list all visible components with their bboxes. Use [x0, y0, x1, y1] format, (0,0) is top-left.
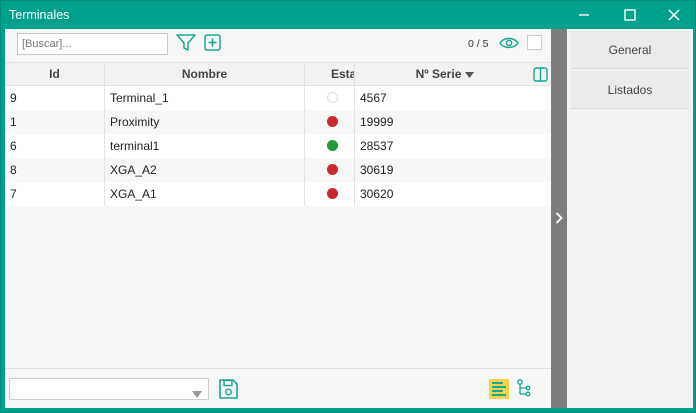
status-dot — [327, 116, 338, 127]
status-dot — [327, 92, 338, 103]
column-header-nombre[interactable]: Nombre — [105, 63, 305, 86]
table-row[interactable]: 9 Terminal_1 4567 — [5, 86, 551, 110]
cell-serie: 28537 — [360, 139, 394, 153]
main-content: 0 / 5 Id Nombre Esta Nº Serie 9 Terminal — [5, 29, 551, 408]
cell-estado — [305, 110, 355, 134]
table-row[interactable]: 8 XGA_A2 30619 — [5, 158, 551, 182]
table-row[interactable]: 1 Proximity 19999 — [5, 110, 551, 134]
panel-splitter[interactable] — [551, 29, 567, 408]
table-row[interactable]: 7 XGA_A1 30620 — [5, 182, 551, 206]
tab-general[interactable]: General — [571, 31, 689, 69]
minimize-button[interactable] — [565, 1, 603, 29]
cell-serie: 19999 — [360, 115, 394, 129]
cell-id: 1 — [5, 110, 105, 134]
minimize-icon — [579, 14, 589, 16]
status-dot — [327, 188, 338, 199]
cell-serie: 30620 — [360, 187, 394, 201]
grid-header: Id Nombre Esta Nº Serie — [5, 62, 551, 86]
status-dot — [327, 140, 338, 151]
terminales-grid: Id Nombre Esta Nº Serie 9 Terminal_1 456… — [5, 62, 551, 364]
cell-estado — [305, 182, 355, 206]
list-view-icon[interactable] — [489, 379, 509, 402]
cell-id: 9 — [5, 86, 105, 110]
filter-icon[interactable] — [176, 34, 196, 55]
cell-estado — [305, 134, 355, 158]
cell-id: 6 — [5, 134, 105, 158]
cell-estado — [305, 158, 355, 182]
view-select[interactable] — [9, 378, 209, 400]
cell-nombre: Proximity — [105, 110, 305, 134]
chevron-down-icon — [192, 387, 202, 401]
grid-footer — [5, 368, 551, 408]
cell-id: 8 — [5, 158, 105, 182]
table-row[interactable]: 6 terminal1 28537 — [5, 134, 551, 158]
maximize-icon — [624, 9, 636, 21]
search-input[interactable] — [17, 33, 168, 55]
cell-estado — [305, 86, 355, 110]
cell-id: 7 — [5, 182, 105, 206]
eye-icon[interactable] — [499, 36, 519, 53]
chevron-right-icon[interactable] — [555, 212, 563, 227]
cell-serie: 30619 — [360, 163, 394, 177]
tree-view-icon[interactable] — [516, 379, 532, 400]
title-bar: Terminales — [1, 1, 695, 29]
cell-nombre: XGA_A1 — [105, 182, 305, 206]
column-header-serie[interactable]: Nº Serie — [355, 63, 535, 86]
status-dot — [327, 164, 338, 175]
cell-nombre: XGA_A2 — [105, 158, 305, 182]
cell-nombre: terminal1 — [105, 134, 305, 158]
terminales-window: Terminales 0 / 5 Id — [0, 0, 696, 413]
window-title: Terminales — [9, 8, 70, 22]
tab-listados[interactable]: Listados — [571, 71, 689, 109]
add-icon[interactable] — [204, 34, 222, 55]
grid-toolbar: 0 / 5 — [5, 29, 551, 62]
cell-serie: 4567 — [360, 91, 387, 105]
close-icon — [668, 9, 680, 21]
columns-icon[interactable] — [533, 67, 548, 85]
close-button[interactable] — [655, 1, 693, 29]
column-header-id[interactable]: Id — [5, 63, 105, 86]
maximize-button[interactable] — [611, 1, 649, 29]
column-header-serie-label: Nº Serie — [415, 67, 462, 81]
column-header-estado[interactable]: Esta — [305, 63, 355, 86]
sort-desc-icon — [465, 63, 475, 86]
cell-nombre: Terminal_1 — [105, 86, 305, 110]
side-panel: General Listados — [567, 29, 693, 408]
select-all-checkbox[interactable] — [527, 35, 542, 50]
record-counter: 0 / 5 — [468, 38, 489, 50]
save-icon[interactable] — [217, 378, 239, 403]
